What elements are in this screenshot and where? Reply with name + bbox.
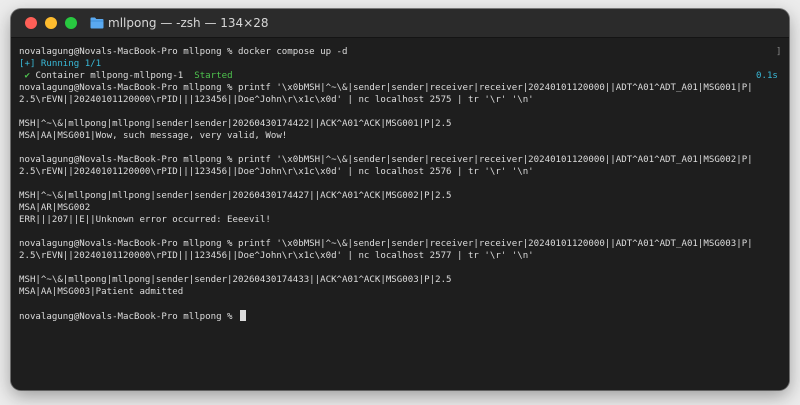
terminal-line: MSH|^~\&|mllpong|mllpong|sender|sender|2…	[19, 191, 452, 201]
terminal-line: MSA|AR|MSG002	[19, 203, 91, 213]
prompt-line[interactable]: novalagung@Novals-MacBook-Pro mllpong %	[19, 310, 779, 322]
container-status: ✔ Container mllpong-mllpong-1 Started 0.1…	[24, 71, 778, 81]
terminal-line: 2.5\rEVN||20240101120000\rPID|||123456||…	[19, 95, 534, 105]
terminal-window: mllpong — -zsh — 134×28 novalagung@Noval…	[11, 9, 789, 390]
close-button[interactable]	[25, 17, 37, 29]
minimize-button[interactable]	[45, 17, 57, 29]
terminal-line: novalagung@Novals-MacBook-Pro mllpong % …	[19, 155, 753, 165]
duration-label: 0.1s	[756, 71, 778, 81]
window-title: mllpong — -zsh — 134×28	[108, 16, 269, 30]
terminal-line: novalagung@Novals-MacBook-Pro mllpong % …	[19, 239, 753, 249]
terminal-body[interactable]: novalagung@Novals-MacBook-Pro mllpong % …	[11, 38, 789, 390]
zoom-button[interactable]	[65, 17, 77, 29]
started-label: Started	[194, 71, 233, 81]
text-cursor	[240, 310, 246, 321]
terminal-line: novalagung@Novals-MacBook-Pro mllpong % …	[19, 83, 753, 93]
terminal-line: MSA|AA|MSG001|Wow, such message, very va…	[19, 131, 288, 141]
title-bar[interactable]: mllpong — -zsh — 134×28	[11, 9, 789, 38]
bracket-marker: ]	[776, 47, 782, 57]
terminal-line: 2.5\rEVN||20240101120000\rPID|||123456||…	[19, 251, 534, 261]
running-status: [+] Running 1/1	[19, 59, 102, 69]
terminal-line: novalagung@Novals-MacBook-Pro mllpong % …	[19, 47, 782, 57]
folder-icon	[90, 17, 104, 29]
terminal-line: 2.5\rEVN||20240101120000\rPID|||123456||…	[19, 167, 534, 177]
terminal-line: MSH|^~\&|mllpong|mllpong|sender|sender|2…	[19, 275, 452, 285]
terminal-line: MSH|^~\&|mllpong|mllpong|sender|sender|2…	[19, 119, 452, 129]
terminal-line: MSA|AA|MSG003|Patient admitted	[19, 287, 184, 297]
terminal-output: novalagung@Novals-MacBook-Pro mllpong % …	[19, 46, 782, 322]
terminal-line: ERR|||207||E||Unknown error occurred: Ee…	[19, 215, 271, 225]
